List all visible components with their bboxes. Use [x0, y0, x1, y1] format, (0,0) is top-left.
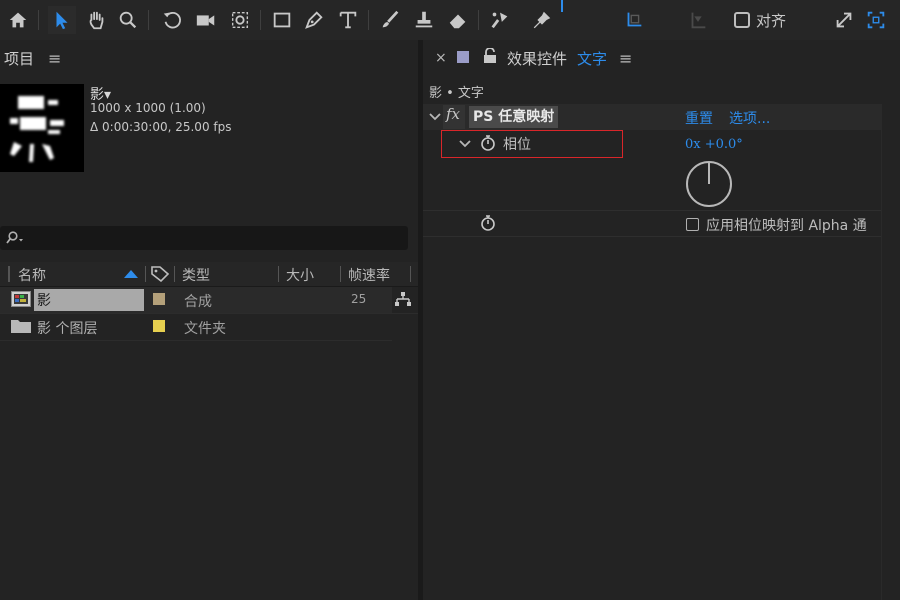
comp-duration: Δ 0:00:30:00, 25.00 fps	[90, 120, 232, 134]
snap-label: 对齐	[756, 12, 787, 30]
zoom-tool-icon[interactable]	[114, 6, 142, 34]
column-header-row: 名称 类型 大小 帧速率	[0, 262, 418, 287]
type-tool-icon[interactable]	[334, 6, 362, 34]
panel-menu-icon[interactable]: ≡	[619, 49, 632, 68]
toolbar-separator	[148, 10, 149, 30]
sort-ascending-icon[interactable]	[124, 270, 138, 278]
home-icon[interactable]	[4, 6, 32, 34]
column-size-header[interactable]: 大小	[286, 265, 314, 285]
pen-tool-icon[interactable]	[300, 6, 328, 34]
brush-tool-icon[interactable]	[376, 6, 404, 34]
rotate-tool-icon[interactable]	[158, 6, 186, 34]
snap-checkbox[interactable]	[734, 12, 750, 28]
roto-brush-tool-icon[interactable]	[486, 6, 514, 34]
workspace-marker	[561, 0, 563, 12]
phase-value[interactable]: 0x +0.0°	[685, 137, 743, 152]
label-tag-icon[interactable]	[151, 266, 169, 282]
puppet-pin-tool-icon[interactable]	[528, 6, 556, 34]
column-divider	[410, 266, 411, 282]
fx-icon: fx	[446, 105, 461, 123]
item-name: 影 个图层	[37, 321, 98, 337]
effect-controls-layer-name[interactable]: 文字	[577, 48, 607, 69]
flowchart-icon[interactable]	[394, 291, 412, 307]
effect-name[interactable]: PS 任意映射	[469, 106, 559, 128]
column-divider	[8, 266, 10, 282]
toolbar-separator	[478, 10, 479, 30]
effect-controls-panel: × 效果控件 文字 ≡ 影 • 文字 fx PS 任意映射 重置 选项... 相…	[423, 40, 900, 600]
toolbar-separator	[38, 10, 39, 30]
item-type: 文件夹	[184, 321, 226, 337]
column-divider	[145, 266, 146, 282]
breadcrumb: 影 • 文字	[429, 86, 484, 101]
chevron-down-icon[interactable]	[429, 113, 441, 121]
column-name-header[interactable]: 名称	[18, 265, 46, 285]
angle-dial[interactable]	[685, 160, 733, 208]
search-icon	[6, 231, 23, 244]
fx-toggle[interactable]: fx	[443, 105, 465, 129]
hand-tool-icon[interactable]	[82, 6, 110, 34]
row-divider	[423, 236, 881, 237]
item-name: 影	[37, 293, 51, 309]
close-icon[interactable]: ×	[435, 50, 447, 66]
rectangle-tool-icon[interactable]	[268, 6, 296, 34]
expand-icon[interactable]	[830, 6, 858, 34]
item-type: 合成	[184, 294, 212, 310]
column-divider	[340, 266, 341, 282]
comp-thumbnail	[0, 84, 84, 172]
stopwatch-icon[interactable]	[480, 134, 496, 152]
effect-row[interactable]: fx PS 任意映射 重置 选项...	[423, 104, 881, 130]
label-color-swatch[interactable]	[153, 320, 165, 332]
project-panel-title[interactable]: 项目	[4, 48, 34, 69]
eraser-tool-icon[interactable]	[444, 6, 472, 34]
comp-size: 1000 x 1000 (1.00)	[90, 101, 206, 115]
table-row[interactable]: 影 个图层 文件夹	[0, 314, 392, 341]
toolbar: 对齐	[0, 0, 900, 40]
reset-link[interactable]: 重置	[685, 108, 713, 128]
alpha-checkbox[interactable]	[686, 218, 699, 231]
column-divider	[278, 266, 279, 282]
effect-controls-title[interactable]: 效果控件	[507, 48, 567, 69]
item-fps: 25	[351, 292, 367, 306]
alpha-label: 应用相位映射到 Alpha 通	[706, 218, 867, 234]
axis-icon[interactable]	[620, 6, 648, 34]
column-fps-header[interactable]: 帧速率	[348, 265, 390, 285]
column-type-header[interactable]: 类型	[182, 265, 210, 285]
label-color-swatch[interactable]	[153, 293, 165, 305]
composition-icon	[11, 291, 31, 307]
panel-menu-icon[interactable]: ≡	[48, 49, 61, 68]
scrollbar-track[interactable]	[881, 104, 882, 600]
toolbar-separator	[368, 10, 369, 30]
layer-color-swatch	[457, 51, 469, 63]
lock-icon[interactable]	[483, 48, 497, 64]
column-divider	[174, 266, 175, 282]
row-divider	[423, 210, 881, 211]
phase-label: 相位	[503, 137, 531, 153]
project-panel: 项目 ≡ 影▾ 1000 x 1000 (1.00) Δ 0:00:30:00,…	[0, 40, 418, 600]
clone-stamp-tool-icon[interactable]	[410, 6, 438, 34]
selection-tool-icon[interactable]	[48, 6, 76, 34]
stopwatch-icon[interactable]	[480, 214, 496, 232]
toolbar-separator	[260, 10, 261, 30]
options-link[interactable]: 选项...	[729, 108, 770, 128]
workspace-icon[interactable]	[862, 6, 890, 34]
chevron-down-icon[interactable]	[459, 140, 471, 148]
pan-behind-tool-icon[interactable]	[226, 6, 254, 34]
search-input[interactable]	[0, 226, 408, 250]
world-axis-icon[interactable]	[684, 6, 712, 34]
table-row[interactable]: 影 合成 25	[0, 287, 418, 314]
folder-icon	[11, 320, 31, 333]
camera-tool-icon[interactable]	[192, 6, 220, 34]
